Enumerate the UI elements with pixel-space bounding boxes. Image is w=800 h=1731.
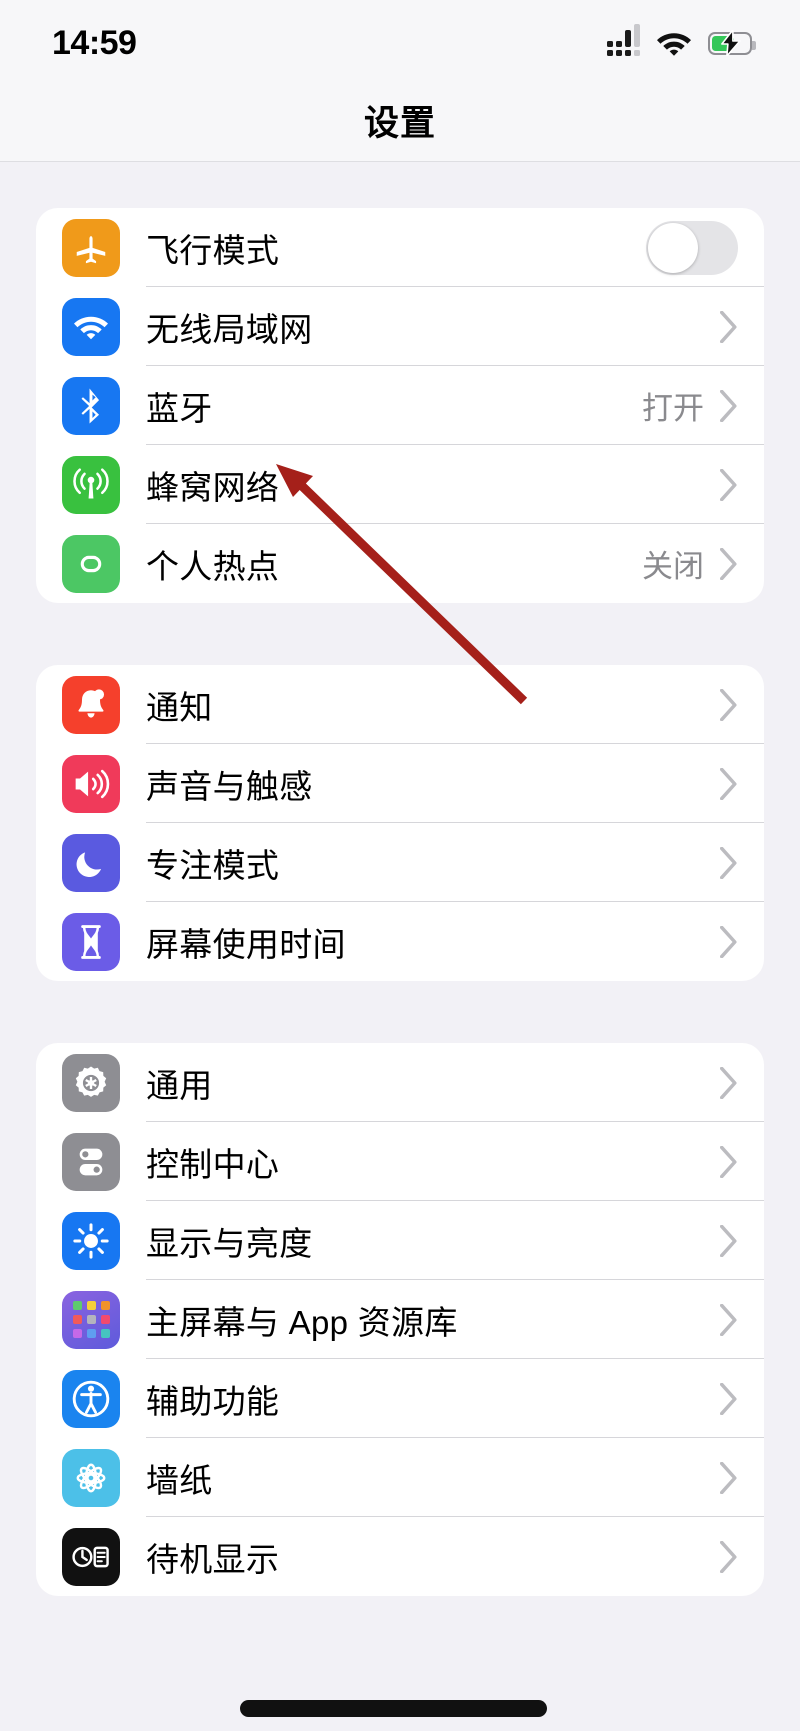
settings-row-general[interactable]: 通用 — [36, 1043, 764, 1122]
settings-row-cellular[interactable]: 蜂窝网络 — [36, 445, 764, 524]
status-bar-clock: 14:59 — [52, 23, 137, 62]
settings-row-label: 声音与触感 — [146, 767, 313, 805]
settings-row-control-center[interactable]: 控制中心 — [36, 1122, 764, 1201]
chevron-right-icon — [720, 389, 737, 422]
wifi-icon — [62, 297, 120, 356]
chevron-right-icon — [720, 468, 737, 501]
settings-row-focus[interactable]: 专注模式 — [36, 823, 764, 902]
standby-icon — [62, 1527, 120, 1586]
hotspot-status-value: 关闭 — [642, 549, 704, 584]
chevron-right-icon — [720, 688, 737, 721]
chevron-right-icon — [720, 767, 737, 800]
settings-row-wallpaper[interactable]: 墙纸 — [36, 1438, 764, 1517]
chevron-right-icon — [720, 1145, 737, 1178]
settings-row-sounds-haptics[interactable]: 声音与触感 — [36, 744, 764, 823]
personal-hotspot-icon — [62, 534, 120, 593]
bluetooth-icon — [62, 376, 120, 435]
chevron-right-icon — [720, 547, 737, 580]
settings-group-notifications: 通知 声音与触感 专注模式 屏幕使用时间 — [36, 665, 764, 981]
settings-row-label: 飞行模式 — [146, 231, 280, 269]
chevron-right-icon — [720, 1066, 737, 1099]
settings-row-display-brightness[interactable]: 显示与亮度 — [36, 1201, 764, 1280]
moon-icon — [62, 833, 120, 892]
bluetooth-status-value: 打开 — [642, 391, 704, 426]
settings-row-standby[interactable]: 待机显示 — [36, 1517, 764, 1596]
settings-group-connectivity: 飞行模式 无线局域网 蓝牙 打开 蜂窝网络 个人热点 关闭 — [36, 208, 764, 603]
annotation-redaction-bar — [240, 1700, 547, 1717]
settings-row-label: 墙纸 — [146, 1461, 213, 1499]
chevron-right-icon — [720, 1303, 737, 1336]
accessibility-icon — [62, 1369, 120, 1428]
settings-row-label: 专注模式 — [146, 846, 280, 884]
settings-row-screen-time[interactable]: 屏幕使用时间 — [36, 902, 764, 981]
status-bar: 14:59 — [0, 0, 800, 80]
chevron-right-icon — [720, 1224, 737, 1257]
chevron-right-icon — [720, 925, 737, 958]
wifi-icon — [657, 32, 691, 56]
airplane-icon — [62, 218, 120, 277]
settings-row-personal-hotspot[interactable]: 个人热点 关闭 — [36, 524, 764, 603]
chevron-right-icon — [720, 1540, 737, 1573]
settings-row-notifications[interactable]: 通知 — [36, 665, 764, 744]
lightning-bolt-icon — [721, 30, 741, 56]
battery-charging-icon — [708, 30, 756, 56]
chevron-right-icon — [720, 1382, 737, 1415]
settings-row-label: 蓝牙 — [146, 389, 213, 427]
settings-row-home-screen[interactable]: 主屏幕与 App 资源库 — [36, 1280, 764, 1359]
chevron-right-icon — [720, 846, 737, 879]
settings-row-label: 控制中心 — [146, 1145, 280, 1183]
settings-row-label: 屏幕使用时间 — [146, 925, 346, 963]
speaker-icon — [62, 754, 120, 813]
status-bar-icons — [607, 24, 756, 57]
hourglass-icon — [62, 912, 120, 971]
wallpaper-flower-icon — [62, 1448, 120, 1507]
settings-row-label: 通知 — [146, 688, 213, 726]
settings-row-label: 个人热点 — [146, 547, 280, 585]
settings-row-label: 通用 — [146, 1066, 213, 1104]
bell-icon — [62, 675, 120, 734]
settings-row-label: 显示与亮度 — [146, 1224, 313, 1262]
brightness-icon — [62, 1211, 120, 1270]
cellular-icon — [62, 455, 120, 514]
cellular-signal-icon — [607, 24, 640, 56]
chevron-right-icon — [720, 1461, 737, 1494]
settings-row-label: 主屏幕与 App 资源库 — [146, 1303, 458, 1341]
settings-row-airplane-mode[interactable]: 飞行模式 — [36, 208, 764, 287]
toggle-knob — [648, 222, 698, 273]
gear-icon — [62, 1053, 120, 1112]
settings-row-bluetooth[interactable]: 蓝牙 打开 — [36, 366, 764, 445]
settings-row-label: 无线局域网 — [146, 310, 313, 348]
settings-screen: 14:59 设置 飞行模式 无线局域网 蓝牙 打开 蜂窝网络 个人热点 关闭 通… — [0, 0, 800, 1731]
airplane-mode-toggle[interactable] — [646, 220, 738, 275]
settings-row-label: 待机显示 — [146, 1540, 280, 1578]
settings-row-wifi[interactable]: 无线局域网 — [36, 287, 764, 366]
settings-row-accessibility[interactable]: 辅助功能 — [36, 1359, 764, 1438]
page-title: 设置 — [363, 104, 436, 143]
navigation-bar: 设置 — [0, 80, 800, 162]
settings-row-label: 辅助功能 — [146, 1382, 280, 1420]
settings-group-system: 通用 控制中心 显示与亮度 主屏幕与 App 资源库 辅助功能 墙纸 待机显示 — [36, 1043, 764, 1596]
settings-list: 飞行模式 无线局域网 蓝牙 打开 蜂窝网络 个人热点 关闭 通知 声音与触感 专… — [0, 162, 800, 1658]
home-screen-grid-icon — [62, 1290, 120, 1349]
chevron-right-icon — [720, 310, 737, 343]
sliders-icon — [62, 1132, 120, 1191]
settings-row-label: 蜂窝网络 — [146, 468, 280, 506]
app-grid-dots — [72, 1301, 110, 1338]
